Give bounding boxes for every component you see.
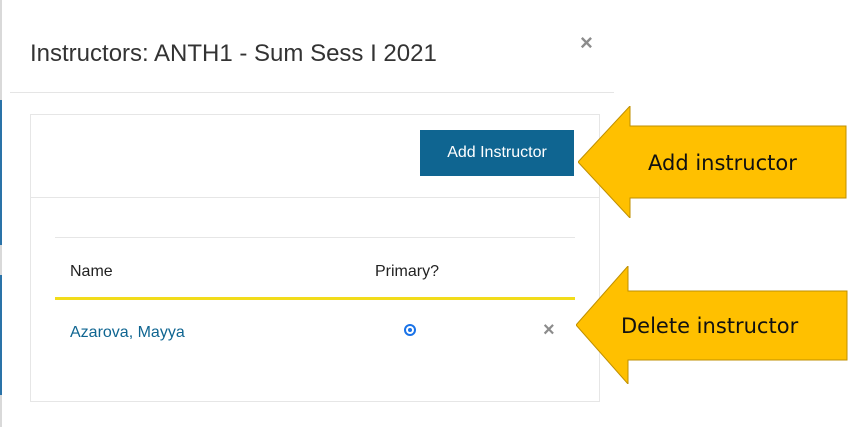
page: Instructors: ANTH1 - Sum Sess I 2021 × A… [0,0,851,427]
instructors-modal: Instructors: ANTH1 - Sum Sess I 2021 × A… [10,10,614,427]
modal-header: Instructors: ANTH1 - Sum Sess I 2021 × [10,10,614,93]
add-instructor-button[interactable]: Add Instructor [420,130,574,176]
callout-delete-instructor: Delete instructor [575,264,849,386]
instructor-name-link[interactable]: Azarova, Mayya [70,324,185,342]
callout-label: Add instructor [648,151,797,175]
panel-toolbar: Add Instructor [31,115,599,198]
close-icon[interactable]: × [580,32,593,54]
callout-add-instructor: Add instructor [577,104,848,220]
table-row: Azarova, Mayya × [55,300,575,364]
close-icon[interactable]: × [543,320,555,340]
background-edge-accent [0,100,2,245]
modal-title: Instructors: ANTH1 - Sum Sess I 2021 [30,40,437,67]
background-edge-accent [0,275,2,395]
instructors-panel: Add Instructor Name Primary? Azarova, Ma… [30,114,600,402]
primary-radio[interactable] [404,324,416,336]
column-header-name: Name [70,263,113,280]
column-header-primary: Primary? [375,263,440,280]
table-divider [55,237,575,238]
radio-selected-dot [408,328,412,332]
callout-label: Delete instructor [621,314,799,338]
